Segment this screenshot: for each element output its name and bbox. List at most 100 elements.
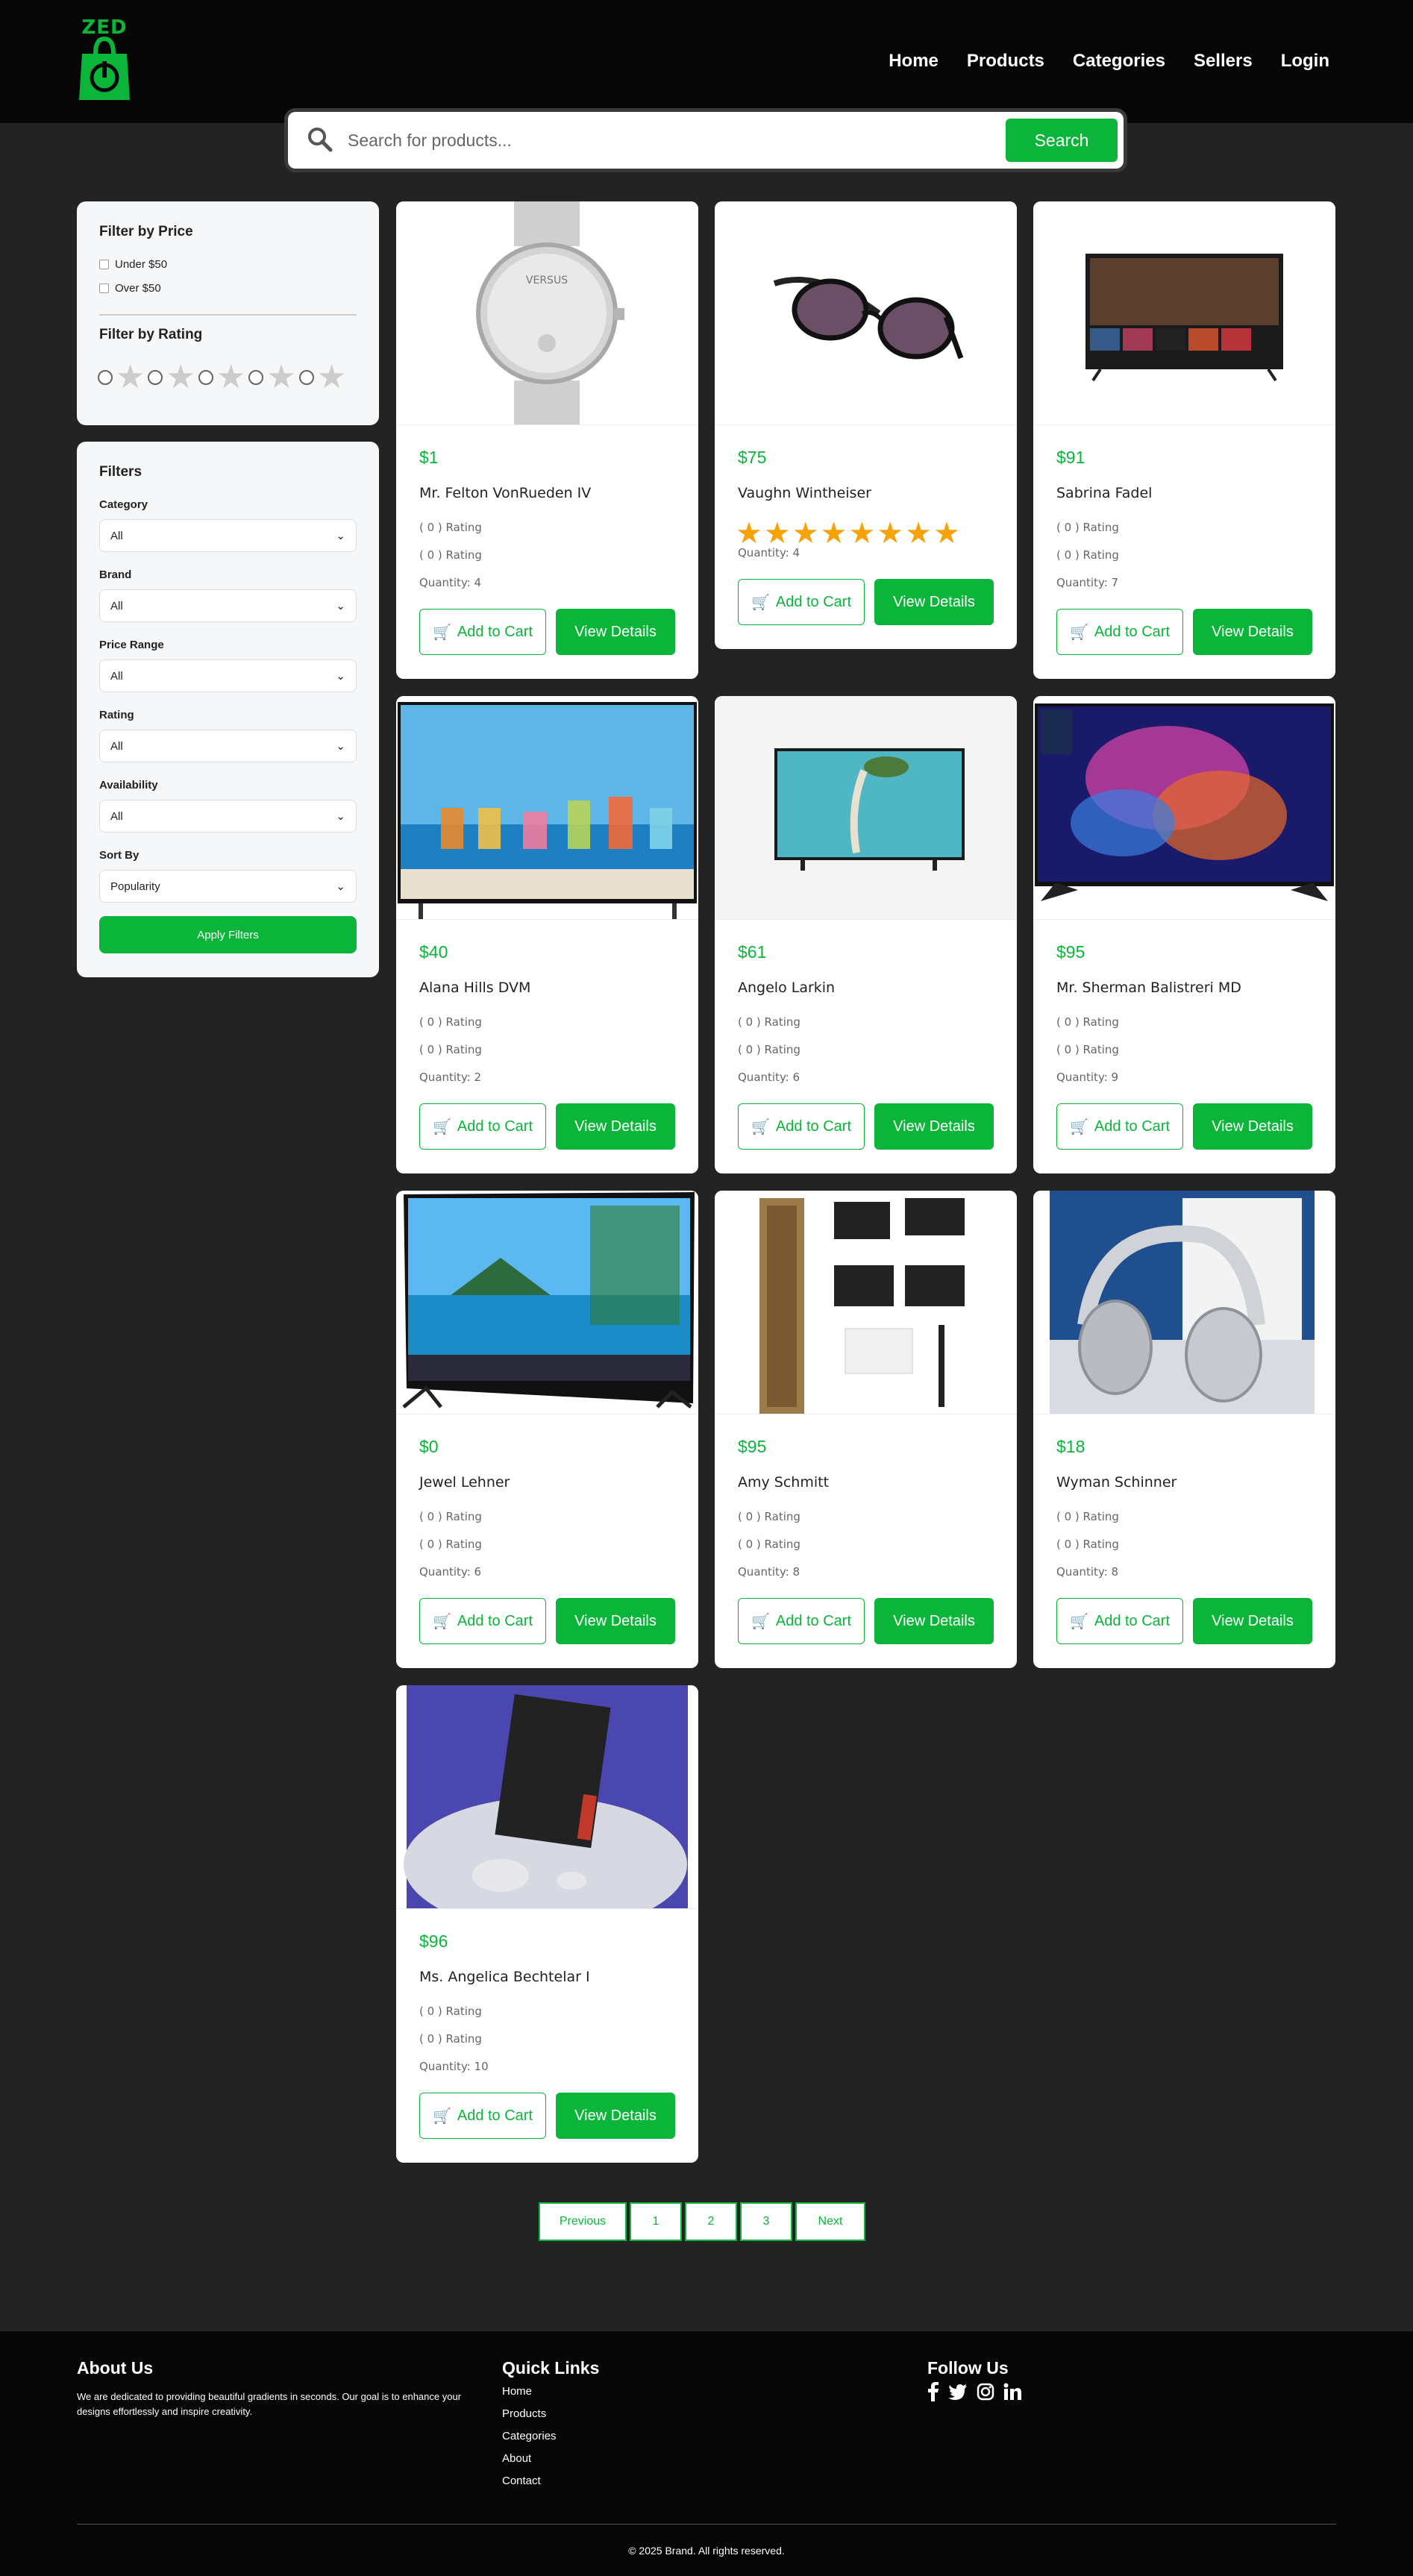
add-to-cart-button[interactable]: 🛒 Add to Cart — [738, 1103, 865, 1150]
filter-label-rating: Rating — [99, 709, 134, 721]
product-rating: ( 0 ) Rating — [419, 1043, 482, 1056]
product-quantity: Quantity: 9 — [1056, 1071, 1119, 1084]
category-select[interactable]: All ⌄ — [99, 519, 357, 552]
brand-logo[interactable]: ZED — [75, 16, 134, 102]
view-details-button[interactable]: View Details — [1193, 1598, 1312, 1644]
filters-title: Filters — [99, 464, 142, 480]
product-price: $0 — [419, 1437, 439, 1456]
add-to-cart-label: Add to Cart — [457, 623, 533, 640]
add-to-cart-button[interactable]: 🛒 Add to Cart — [1056, 1103, 1183, 1150]
pagination-page-2[interactable]: 2 — [685, 2202, 737, 2241]
product-quantity: Quantity: 6 — [738, 1071, 801, 1084]
product-image-tv[interactable] — [396, 1191, 698, 1414]
availability-select[interactable]: All ⌄ — [99, 800, 357, 833]
star-icon: ★ — [166, 359, 195, 395]
filter-under-50[interactable]: Under $50 — [99, 258, 167, 271]
product-image-tv[interactable] — [1033, 201, 1335, 425]
rating-radio-4[interactable] — [248, 370, 264, 385]
view-details-button[interactable]: View Details — [874, 1103, 994, 1150]
chevron-down-icon: ⌄ — [336, 670, 345, 683]
nav-login[interactable]: Login — [1281, 51, 1329, 72]
product-rating: ( 0 ) Rating — [1056, 1538, 1119, 1551]
view-details-button[interactable]: View Details — [556, 609, 675, 655]
filter-label-sort-by: Sort By — [99, 849, 140, 862]
view-details-button[interactable]: View Details — [874, 1598, 994, 1644]
product-rating: ( 0 ) Rating — [419, 548, 482, 562]
add-to-cart-label: Add to Cart — [775, 1118, 852, 1135]
pagination-page-3[interactable]: 3 — [740, 2202, 792, 2241]
product-quantity: Quantity: 8 — [1056, 1565, 1119, 1579]
select-value: All — [110, 669, 123, 683]
star-icon: ★ — [792, 517, 819, 550]
pagination-page-1[interactable]: 1 — [630, 2202, 682, 2241]
nav-categories[interactable]: Categories — [1073, 51, 1165, 72]
rating-select[interactable]: All ⌄ — [99, 730, 357, 762]
product-name: Vaughn Wintheiser — [738, 485, 871, 501]
rating-radio-5[interactable] — [298, 370, 314, 385]
product-price: $1 — [419, 448, 439, 467]
star-icon: ★ — [905, 517, 933, 550]
sort-by-select[interactable]: Popularity ⌄ — [99, 870, 357, 903]
product-image-watch[interactable]: VERSUS — [396, 201, 698, 425]
view-details-button[interactable]: View Details — [1193, 609, 1312, 655]
product-image-tv[interactable] — [715, 696, 1017, 920]
checkbox-label: Under $50 — [115, 258, 168, 271]
filter-over-50[interactable]: Over $50 — [99, 282, 161, 295]
view-details-button[interactable]: View Details — [1193, 1103, 1312, 1150]
search-button[interactable]: Search — [1006, 119, 1118, 162]
rating-radio-1[interactable] — [98, 370, 113, 385]
apply-filters-button[interactable]: Apply Filters — [99, 916, 357, 953]
search-input[interactable] — [348, 122, 765, 158]
price-range-select[interactable]: All ⌄ — [99, 659, 357, 692]
footer-link-contact[interactable]: Contact — [502, 2470, 557, 2492]
nav-sellers[interactable]: Sellers — [1194, 51, 1253, 72]
view-details-button[interactable]: View Details — [556, 2093, 675, 2139]
brand-select[interactable]: All ⌄ — [99, 589, 357, 622]
view-details-button[interactable]: View Details — [556, 1103, 675, 1150]
pagination-next[interactable]: Next — [795, 2202, 865, 2241]
add-to-cart-button[interactable]: 🛒 Add to Cart — [1056, 1598, 1183, 1644]
product-image-earbuds[interactable] — [396, 1685, 698, 1909]
add-to-cart-button[interactable]: 🛒 Add to Cart — [419, 1103, 546, 1150]
add-to-cart-button[interactable]: 🛒 Add to Cart — [419, 2093, 546, 2139]
pagination-previous[interactable]: Previous — [539, 2202, 627, 2241]
product-price: $61 — [738, 942, 767, 962]
twitter-icon[interactable] — [948, 2384, 968, 2400]
add-to-cart-button[interactable]: 🛒 Add to Cart — [419, 1598, 546, 1644]
product-image-tv[interactable] — [396, 696, 698, 920]
footer-link-products[interactable]: Products — [502, 2403, 557, 2425]
product-rating: ( 0 ) Rating — [419, 2005, 482, 2018]
instagram-icon[interactable] — [977, 2383, 994, 2401]
product-image-headphones[interactable] — [1033, 1191, 1335, 1414]
price-rating-filter-panel: Filter by Price Under $50 Over $50 Filte… — [77, 201, 379, 425]
add-to-cart-label: Add to Cart — [457, 1118, 533, 1135]
view-details-button[interactable]: View Details — [874, 579, 994, 625]
shopping-bag-power-icon — [79, 36, 130, 100]
product-image-trimmer[interactable] — [715, 1191, 1017, 1414]
product-price: $95 — [738, 1437, 767, 1456]
checkbox[interactable] — [99, 260, 109, 269]
filter-rating-title: Filter by Rating — [99, 327, 203, 342]
nav-products[interactable]: Products — [967, 51, 1044, 72]
rating-radio-2[interactable] — [148, 370, 163, 385]
add-to-cart-button[interactable]: 🛒 Add to Cart — [738, 1598, 865, 1644]
cart-icon: 🛒 — [1069, 624, 1088, 641]
product-image-sunglasses[interactable] — [715, 201, 1017, 425]
product-name: Mr. Sherman Balistreri MD — [1056, 980, 1241, 996]
product-rating: ( 0 ) Rating — [738, 1043, 801, 1056]
product-rating: ( 0 ) Rating — [419, 1538, 482, 1551]
add-to-cart-button[interactable]: 🛒 Add to Cart — [419, 609, 546, 655]
footer-link-categories[interactable]: Categories — [502, 2425, 557, 2448]
footer-link-about[interactable]: About — [502, 2448, 557, 2470]
checkbox[interactable] — [99, 283, 109, 293]
view-details-button[interactable]: View Details — [556, 1598, 675, 1644]
linkedin-icon[interactable] — [1003, 2383, 1021, 2401]
nav-home[interactable]: Home — [889, 51, 939, 72]
footer-link-home[interactable]: Home — [502, 2381, 557, 2403]
facebook-icon[interactable] — [927, 2382, 939, 2401]
rating-radio-3[interactable] — [198, 370, 213, 385]
select-value: All — [110, 529, 123, 542]
add-to-cart-button[interactable]: 🛒 Add to Cart — [1056, 609, 1183, 655]
add-to-cart-button[interactable]: 🛒 Add to Cart — [738, 579, 865, 625]
product-image-tv[interactable] — [1033, 696, 1335, 920]
